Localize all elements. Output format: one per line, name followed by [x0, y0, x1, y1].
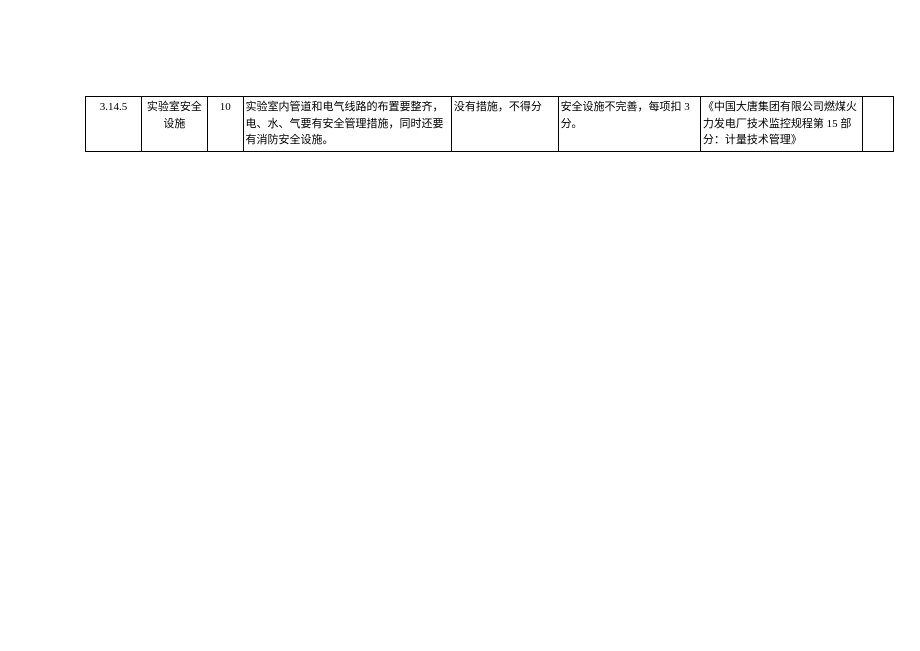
cell-criteria2: 安全设施不完善，每项扣 3 分。	[558, 97, 700, 152]
document-table: 3.14.5 实验室安全设施 10 实验室内管道和电气线路的布置要整齐，电、水、…	[85, 96, 894, 152]
cell-criteria1: 没有措施，不得分	[451, 97, 558, 152]
table-row: 3.14.5 实验室安全设施 10 实验室内管道和电气线路的布置要整齐，电、水、…	[86, 97, 894, 152]
cell-id: 3.14.5	[86, 97, 142, 152]
document-table-wrapper: 3.14.5 实验室安全设施 10 实验室内管道和电气线路的布置要整齐，电、水、…	[85, 96, 894, 152]
cell-reference: 《中国大唐集团有限公司燃煤火力发电厂技术监控规程第 15 部分：计量技术管理》	[700, 97, 863, 152]
cell-name: 实验室安全设施	[141, 97, 207, 152]
cell-content: 实验室内管道和电气线路的布置要整齐，电、水、气要有安全管理措施，同时还要有消防安…	[243, 97, 451, 152]
cell-score: 10	[207, 97, 243, 152]
cell-last	[863, 97, 894, 152]
